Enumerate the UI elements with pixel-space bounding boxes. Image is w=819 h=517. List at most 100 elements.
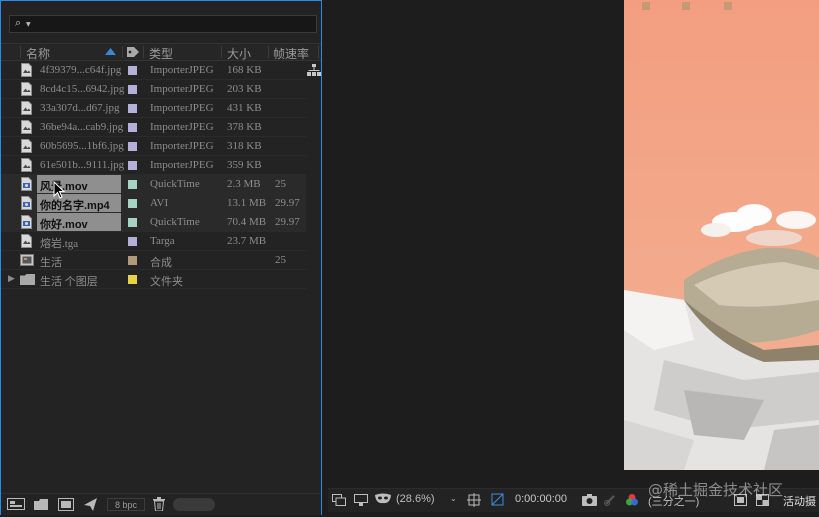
item-type: ImporterJPEG	[150, 102, 214, 114]
column-divider[interactable]	[268, 46, 269, 58]
project-panel: ⌕ ▼ 名称 类型 大小 帧速率 4f39379...c64f.jpg Impor…	[0, 0, 322, 515]
column-divider[interactable]	[20, 46, 21, 58]
project-item-row[interactable]: 8cd4c15...6942.jpg ImporterJPEG 203 KB	[1, 80, 306, 99]
search-dropdown-icon[interactable]: ▼	[26, 21, 31, 28]
show-snapshot-icon[interactable]	[604, 494, 616, 506]
region-of-interest-icon[interactable]	[490, 492, 505, 507]
interpret-footage-icon[interactable]	[7, 498, 25, 510]
mask-visibility-icon[interactable]	[375, 493, 391, 505]
column-divider[interactable]	[122, 46, 123, 58]
item-name: 你的名字.mp4	[40, 200, 110, 212]
project-flowchart-icon[interactable]	[307, 64, 321, 77]
column-divider[interactable]	[143, 46, 144, 58]
item-fps: 25	[275, 254, 286, 266]
label-color-swatch[interactable]	[128, 180, 137, 189]
label-color-swatch[interactable]	[128, 218, 137, 227]
folder-icon	[20, 274, 35, 285]
label-color-swatch[interactable]	[128, 256, 137, 265]
project-item-row[interactable]: 你的名字.mp4 AVI 13.1 MB 29.97	[1, 194, 306, 213]
channel-rgb-icon[interactable]	[625, 493, 639, 507]
mouse-cursor-icon	[53, 181, 65, 199]
item-name: 熔岩.tga	[40, 238, 79, 250]
item-type: 文件夹	[150, 276, 183, 288]
project-item-row[interactable]: 36be94a...cab9.jpg ImporterJPEG 378 KB	[1, 118, 306, 137]
item-fps: 29.97	[275, 197, 300, 209]
project-item-list: 4f39379...c64f.jpg ImporterJPEG 168 KB 8cd4…	[1, 61, 306, 289]
column-header-name[interactable]: 名称	[26, 45, 50, 62]
chevron-down-icon[interactable]: ⌄	[450, 494, 457, 503]
item-type: QuickTime	[150, 178, 200, 190]
column-divider[interactable]	[318, 46, 319, 58]
item-size: 378 KB	[227, 121, 262, 133]
item-name: 生活 个图层	[40, 276, 98, 288]
monitor-icon[interactable]	[354, 494, 368, 506]
search-icon[interactable]: ⌕	[15, 16, 21, 30]
label-color-swatch[interactable]	[128, 199, 137, 208]
new-composition-icon[interactable]	[58, 498, 74, 511]
item-type: 合成	[150, 257, 172, 269]
item-type: AVI	[150, 197, 169, 209]
magnification-dropdown[interactable]: (28.6%)	[396, 493, 435, 505]
item-size: 168 KB	[227, 64, 262, 76]
column-divider[interactable]	[221, 46, 222, 58]
image-file-icon	[21, 158, 32, 172]
always-preview-icon[interactable]	[332, 494, 346, 506]
item-name: 61e501b...9111.jpg	[40, 159, 125, 171]
sort-ascending-icon[interactable]	[105, 48, 116, 55]
composition-preview-image	[624, 0, 819, 470]
item-size: 70.4 MB	[227, 216, 267, 228]
label-tag-icon[interactable]	[126, 46, 140, 58]
project-item-row[interactable]: 60b5695...1bf6.jpg ImporterJPEG 318 KB	[1, 137, 306, 156]
item-name: 8cd4c15...6942.jpg	[40, 83, 125, 95]
item-size: 23.7 MB	[227, 235, 267, 247]
project-item-row[interactable]: 你好.mov QuickTime 70.4 MB 29.97	[1, 213, 306, 232]
item-name: 4f39379...c64f.jpg	[40, 64, 122, 76]
project-item-row[interactable]: 33a307d...d67.jpg ImporterJPEG 431 KB	[1, 99, 306, 118]
label-color-swatch[interactable]	[128, 161, 137, 170]
project-search-input[interactable]: ⌕ ▼	[9, 15, 317, 33]
image-file-icon	[21, 82, 32, 96]
render-queue-icon[interactable]	[84, 498, 98, 511]
item-type: ImporterJPEG	[150, 121, 214, 133]
label-color-swatch[interactable]	[128, 142, 137, 151]
video-file-icon	[21, 177, 32, 191]
trash-icon[interactable]	[153, 497, 165, 511]
item-type: ImporterJPEG	[150, 83, 214, 95]
column-header-fps[interactable]: 帧速率	[273, 45, 309, 62]
image-file-icon	[21, 120, 32, 134]
bit-depth-button[interactable]: 8 bpc	[107, 498, 145, 511]
camera-snapshot-icon[interactable]	[582, 494, 597, 506]
expand-twisty-icon[interactable]: ▶	[8, 273, 15, 284]
item-name: 你好.mov	[40, 219, 88, 231]
item-size: 203 KB	[227, 83, 262, 95]
project-item-row[interactable]: 风景.mov QuickTime 2.3 MB 25	[1, 175, 306, 194]
label-color-swatch[interactable]	[128, 237, 137, 246]
label-color-swatch[interactable]	[128, 123, 137, 132]
composition-icon	[20, 254, 34, 266]
label-color-swatch[interactable]	[128, 104, 137, 113]
project-item-row[interactable]: 61e501b...9111.jpg ImporterJPEG 359 KB	[1, 156, 306, 175]
item-size: 431 KB	[227, 102, 262, 114]
item-type: ImporterJPEG	[150, 64, 214, 76]
project-panel-footer: 8 bpc	[1, 493, 321, 515]
grid-guide-icon[interactable]	[467, 493, 481, 507]
image-file-icon	[21, 234, 32, 248]
image-file-icon	[21, 139, 32, 153]
current-time-display[interactable]: 0:00:00:00	[515, 493, 567, 505]
new-folder-icon[interactable]	[34, 499, 49, 510]
label-color-swatch[interactable]	[128, 66, 137, 75]
item-type: ImporterJPEG	[150, 159, 214, 171]
project-item-row[interactable]: 4f39379...c64f.jpg ImporterJPEG 168 KB	[1, 61, 306, 80]
project-item-row[interactable]: 熔岩.tga Targa 23.7 MB	[1, 232, 306, 251]
label-color-swatch[interactable]	[128, 85, 137, 94]
project-item-row[interactable]: ▶ 生活 个图层 文件夹	[1, 270, 306, 289]
watermark-text: @稀土掘金技术社区	[648, 481, 784, 499]
label-color-swatch[interactable]	[128, 275, 137, 284]
horizontal-scrollbar[interactable]	[173, 498, 215, 511]
active-camera-dropdown[interactable]: 活动摄	[783, 493, 816, 509]
item-type: Targa	[150, 235, 175, 247]
project-item-row[interactable]: 生活 合成 25	[1, 251, 306, 270]
item-type: QuickTime	[150, 216, 200, 228]
column-header-size[interactable]: 大小	[227, 45, 251, 62]
column-header-type[interactable]: 类型	[149, 45, 173, 62]
